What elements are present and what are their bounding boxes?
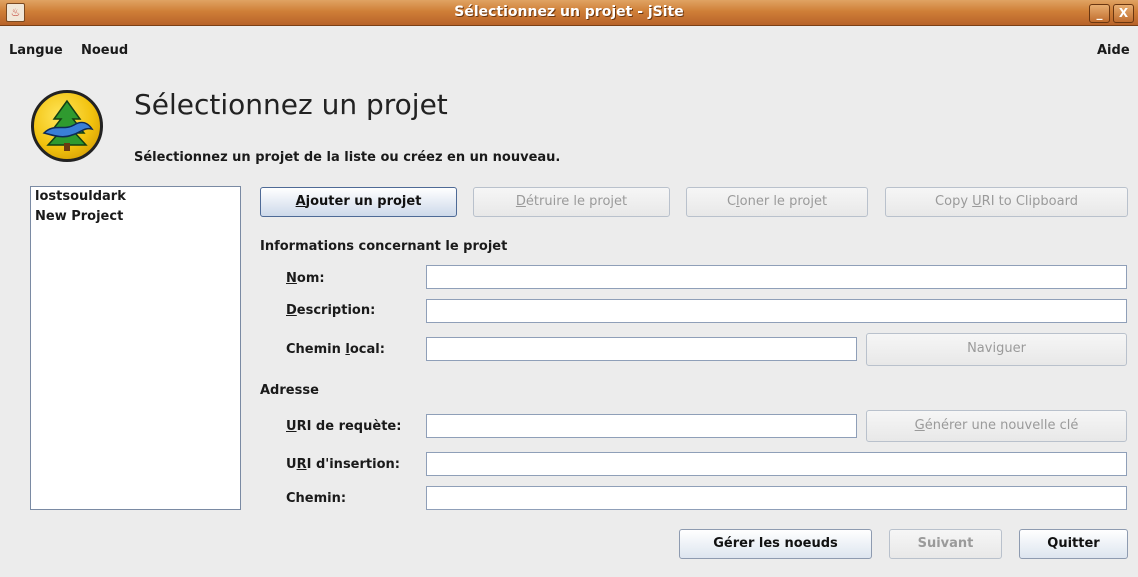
request-uri-label: URI de requète: bbox=[286, 419, 401, 434]
jsite-logo-icon bbox=[31, 90, 103, 162]
clone-project-label-pre: C bbox=[726, 194, 737, 209]
quit-button[interactable]: Quitter bbox=[1019, 529, 1128, 559]
request-uri-label-text: RI de requète: bbox=[296, 419, 402, 434]
menu-noeud[interactable]: Noeud bbox=[81, 43, 128, 58]
add-project-button[interactable]: Ajouter un projet bbox=[260, 187, 457, 217]
window-title: Sélectionnez un projet - jSite bbox=[454, 4, 684, 20]
title-bar: ♨ Sélectionnez un projet - jSite _ X bbox=[0, 0, 1138, 26]
name-label: Nom: bbox=[286, 271, 325, 286]
mnemonic-a: A bbox=[295, 194, 306, 209]
clone-project-button[interactable]: Cloner le projet bbox=[686, 187, 868, 217]
close-button[interactable]: X bbox=[1113, 4, 1134, 23]
mnemonic-d: D bbox=[515, 194, 526, 209]
name-field[interactable] bbox=[426, 265, 1127, 289]
mnemonic-r: R bbox=[296, 457, 307, 472]
clone-project-label: oner le projet bbox=[739, 194, 828, 209]
local-path-label: Chemin local: bbox=[286, 342, 385, 357]
local-path-label-pre: Chemin bbox=[286, 342, 346, 357]
local-path-field[interactable] bbox=[426, 337, 857, 361]
copy-uri-button[interactable]: Copy URI to Clipboard bbox=[885, 187, 1128, 217]
description-field[interactable] bbox=[426, 299, 1127, 323]
delete-project-label: étruire le projet bbox=[525, 194, 628, 209]
description-label: Description: bbox=[286, 303, 375, 318]
page-subtitle: Sélectionnez un projet de la liste ou cr… bbox=[134, 150, 561, 165]
next-button[interactable]: Suivant bbox=[889, 529, 1002, 559]
copy-uri-label: RI to Clipboard bbox=[981, 194, 1078, 209]
address-heading: Adresse bbox=[260, 383, 319, 398]
insert-uri-label-pre: U bbox=[286, 457, 297, 472]
project-list[interactable]: lostsouldark New Project bbox=[30, 186, 241, 510]
name-label-text: om: bbox=[296, 271, 325, 286]
manage-nodes-button[interactable]: Gérer les noeuds bbox=[679, 529, 872, 559]
insert-uri-label: URI d'insertion: bbox=[286, 457, 400, 472]
browse-button[interactable]: Naviguer bbox=[866, 333, 1127, 366]
mnemonic-n: N bbox=[286, 271, 297, 286]
description-label-text: escription: bbox=[296, 303, 376, 318]
list-item[interactable]: lostsouldark bbox=[31, 187, 240, 207]
mnemonic-u: U bbox=[972, 194, 982, 209]
mnemonic-d: D bbox=[286, 303, 297, 318]
insert-uri-label-text: I d'insertion: bbox=[306, 457, 400, 472]
page-title: Sélectionnez un projet bbox=[134, 88, 448, 121]
mnemonic-g: G bbox=[914, 418, 925, 433]
copy-uri-label-pre: Copy bbox=[935, 194, 973, 209]
path-label: Chemin: bbox=[286, 491, 347, 506]
path-field[interactable] bbox=[426, 486, 1127, 510]
generate-key-label: énérer une nouvelle clé bbox=[924, 418, 1079, 433]
add-project-label: jouter un projet bbox=[305, 194, 422, 209]
local-path-label-text: ocal: bbox=[349, 342, 385, 357]
delete-project-button[interactable]: Détruire le projet bbox=[473, 187, 670, 217]
request-uri-field[interactable] bbox=[426, 414, 857, 438]
project-info-heading: Informations concernant le projet bbox=[260, 239, 508, 254]
list-item[interactable]: New Project bbox=[31, 207, 240, 227]
mnemonic-u: U bbox=[286, 419, 297, 434]
generate-key-button[interactable]: Générer une nouvelle clé bbox=[866, 410, 1127, 442]
menu-bar: Langue Noeud Aide bbox=[0, 40, 1138, 62]
menu-aide[interactable]: Aide bbox=[1097, 43, 1130, 58]
insert-uri-field[interactable] bbox=[426, 452, 1127, 476]
minimize-button[interactable]: _ bbox=[1089, 4, 1110, 23]
menu-langue[interactable]: Langue bbox=[9, 43, 63, 58]
